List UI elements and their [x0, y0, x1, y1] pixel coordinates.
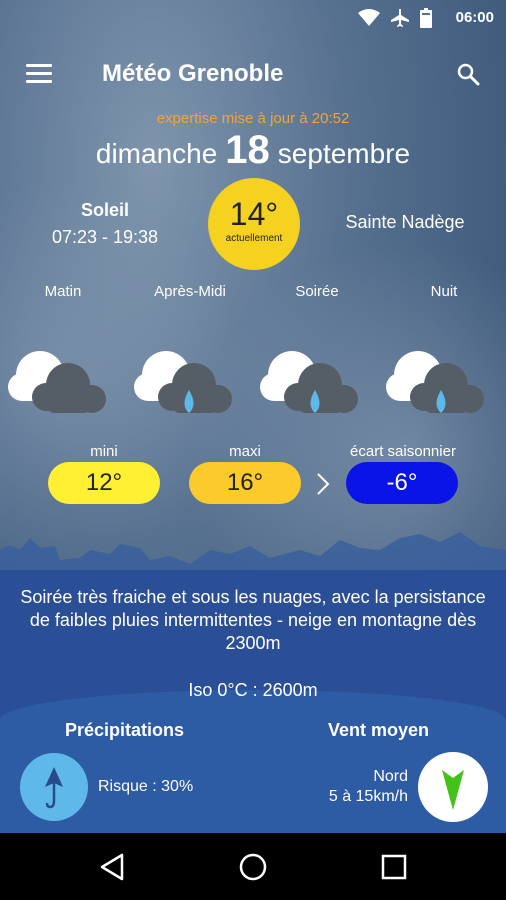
update-time: expertise mise à jour à 20:52 [156, 110, 350, 127]
period-label-afternoon: Après-Midi [154, 283, 226, 300]
status-bar: 06:00 [0, 0, 506, 36]
status-time: 06:00 [455, 9, 494, 26]
rain-cloud-icon[interactable] [386, 345, 486, 420]
app-bar: Météo Grenoble [0, 52, 506, 98]
sun-times: Soleil 07:23 - 19:38 [40, 200, 170, 248]
menu-icon[interactable] [26, 64, 52, 84]
umbrella-icon [45, 767, 63, 809]
max-temperature-pill: 16° [189, 462, 301, 504]
back-icon[interactable] [96, 851, 128, 883]
forecast-description: Soirée très fraiche et sous les nuages, … [20, 587, 486, 653]
wind-title: Vent moyen [328, 720, 430, 740]
recents-icon[interactable] [378, 851, 410, 883]
cloudy-icon[interactable] [8, 345, 108, 420]
current-temperature-badge: 14° actuellement [208, 178, 300, 270]
period-label-night: Nuit [430, 283, 458, 300]
status-icons [358, 8, 432, 28]
day-number: 18 [225, 128, 270, 172]
rain-cloud-icon[interactable] [134, 345, 234, 420]
precipitation-risk: Risque : 30% [98, 778, 194, 795]
chevron-right-icon [317, 473, 330, 495]
period-label-evening: Soirée [295, 283, 339, 300]
max-label: maxi [229, 443, 261, 460]
seasonal-gap-label: écart saisonnier [350, 443, 456, 460]
wifi-icon [358, 9, 380, 26]
sun-label: Soleil [80, 200, 129, 220]
precipitation-title: Précipitations [65, 720, 185, 740]
home-icon[interactable] [237, 851, 269, 883]
min-temperature-pill: 12° [48, 462, 160, 504]
precipitation-badge[interactable] [20, 753, 88, 821]
navigation-bar [0, 833, 506, 900]
wind-badge[interactable] [418, 752, 488, 822]
saint-of-day: Sainte Nadège [345, 212, 465, 232]
iso-zero-level: Iso 0°C : 2600m [188, 680, 318, 700]
day-name: dimanche [95, 138, 218, 169]
airplane-icon [391, 9, 409, 27]
sun-hours: 07:23 - 19:38 [51, 227, 159, 247]
wind-direction: Nord [373, 768, 408, 785]
search-icon[interactable] [456, 62, 480, 86]
period-label-morning: Matin [44, 283, 82, 300]
app-title: Météo Grenoble [102, 60, 284, 87]
min-label: mini [90, 443, 118, 460]
seasonal-gap-pill: -6° [346, 462, 458, 504]
current-temperature: 14° [229, 196, 279, 232]
wind-speed: 5 à 15km/h [328, 788, 408, 805]
date-line: dimanche 18 septembre [0, 128, 506, 173]
battery-icon [420, 8, 432, 28]
rain-cloud-icon[interactable] [260, 345, 360, 420]
month: septembre [277, 138, 411, 169]
wind-arrow-icon [442, 770, 464, 810]
current-temperature-label: actuellement [225, 233, 283, 244]
